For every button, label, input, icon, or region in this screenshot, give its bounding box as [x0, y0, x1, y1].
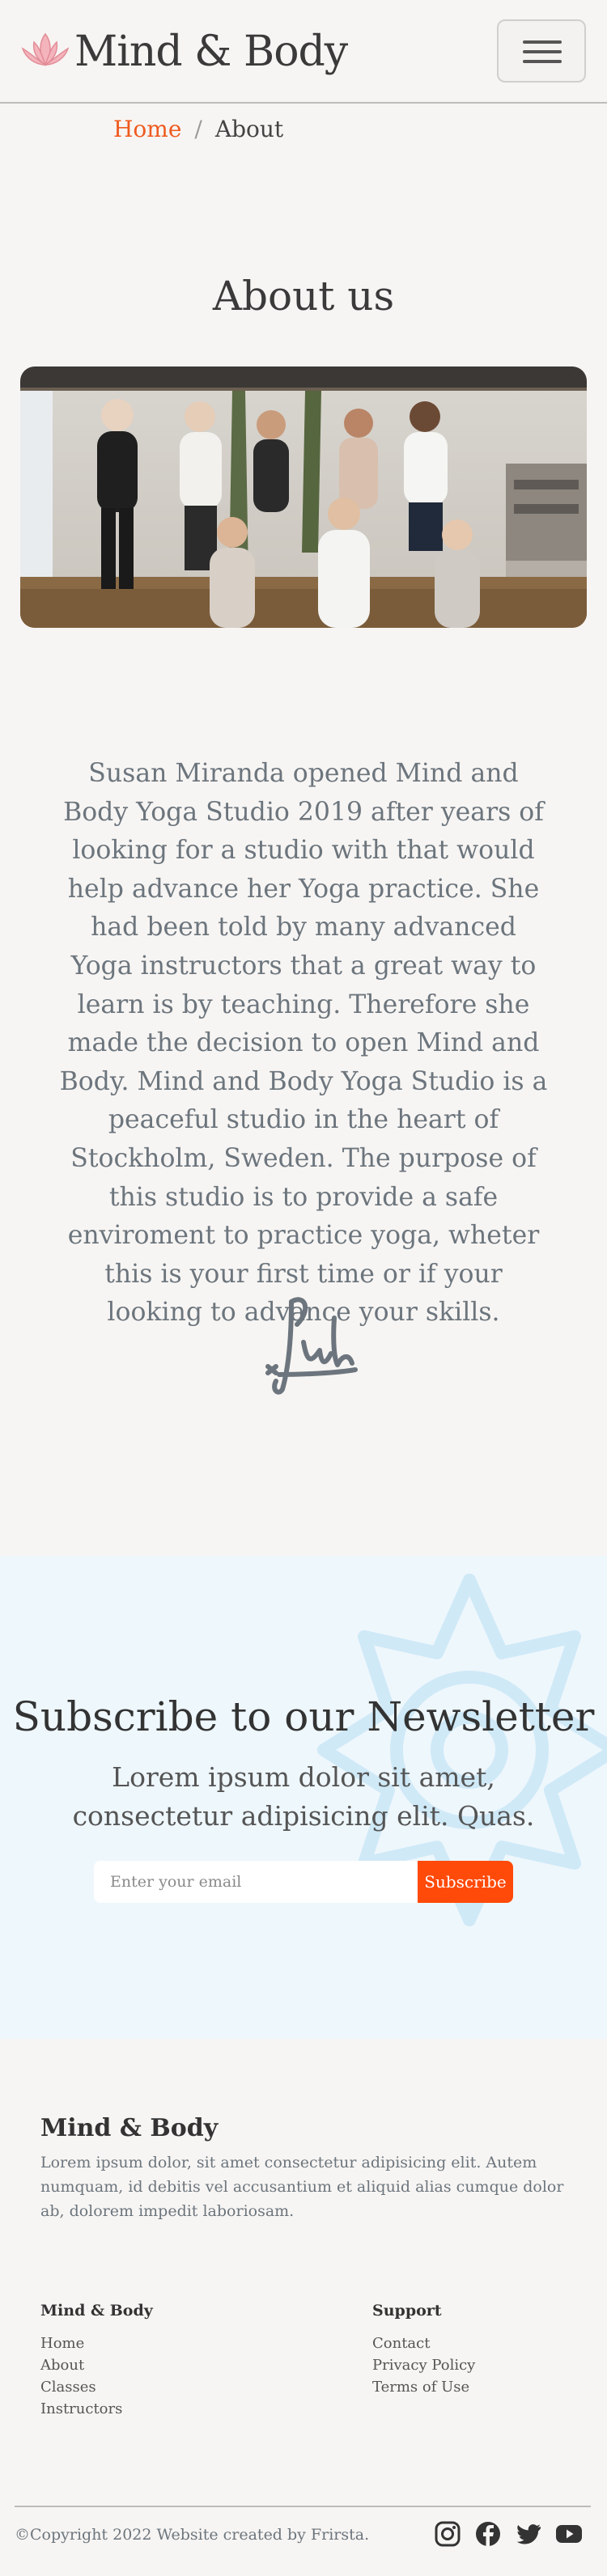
- breadcrumb-separator: /: [194, 116, 202, 142]
- hamburger-menu-icon: [523, 40, 562, 44]
- footer-column-mind-body: Mind & Body Home About Classes Instructo…: [40, 2302, 153, 2420]
- twitter-icon[interactable]: [514, 2519, 543, 2548]
- breadcrumb-home-link[interactable]: Home: [113, 116, 181, 142]
- footer-divider: [15, 2506, 591, 2507]
- lotus-icon: [21, 32, 70, 66]
- footer-column-title: Mind & Body: [40, 2302, 153, 2320]
- footer-description: Lorem ipsum dolor, sit amet consectetur …: [40, 2154, 564, 2220]
- logo-link[interactable]: Mind & Body: [18, 28, 348, 76]
- newsletter-subtitle: Lorem ipsum dolor sit amet, consectetur …: [72, 1761, 535, 1832]
- hamburger-line: [523, 50, 562, 53]
- footer-column-title: Support: [372, 2302, 442, 2320]
- footer-link-classes[interactable]: Classes: [40, 2376, 153, 2398]
- footer-link-about[interactable]: About: [40, 2354, 153, 2376]
- breadcrumb-current: About: [214, 116, 284, 142]
- footer-link-home[interactable]: Home: [40, 2332, 153, 2354]
- hamburger-menu-button[interactable]: [497, 19, 586, 83]
- footer-brand: Mind & Body: [40, 2114, 219, 2142]
- youtube-icon[interactable]: [554, 2519, 584, 2548]
- facebook-icon[interactable]: [473, 2519, 503, 2548]
- subscribe-button[interactable]: Subscribe: [418, 1861, 513, 1903]
- footer-link-contact[interactable]: Contact: [372, 2332, 475, 2354]
- email-input[interactable]: [94, 1861, 418, 1903]
- page-title: About us: [212, 273, 395, 320]
- instagram-icon[interactable]: [433, 2519, 462, 2548]
- signature-icon: [265, 1297, 358, 1395]
- hamburger-line: [523, 60, 562, 63]
- footer-column-support: Support Contact Privacy Policy Terms of …: [372, 2302, 475, 2398]
- copyright-text: ©Copyright 2022 Website created by Frirs…: [15, 2526, 370, 2544]
- site-header: Mind & Body: [0, 0, 607, 104]
- newsletter-title: Subscribe to our Newsletter: [12, 1693, 595, 1740]
- footer-link-terms-of-use[interactable]: Terms of Use: [372, 2376, 475, 2398]
- about-story-text: Susan Miranda opened Mind and Body Yoga …: [59, 759, 548, 1328]
- newsletter-section: Subscribe to our Newsletter Lorem ipsum …: [0, 1556, 607, 2039]
- breadcrumb: Home / About: [113, 116, 283, 142]
- footer-link-instructors[interactable]: Instructors: [40, 2398, 153, 2420]
- footer-link-privacy-policy[interactable]: Privacy Policy: [372, 2354, 475, 2376]
- brand-name: Mind & Body: [74, 28, 348, 76]
- yoga-group-photo: [20, 366, 587, 628]
